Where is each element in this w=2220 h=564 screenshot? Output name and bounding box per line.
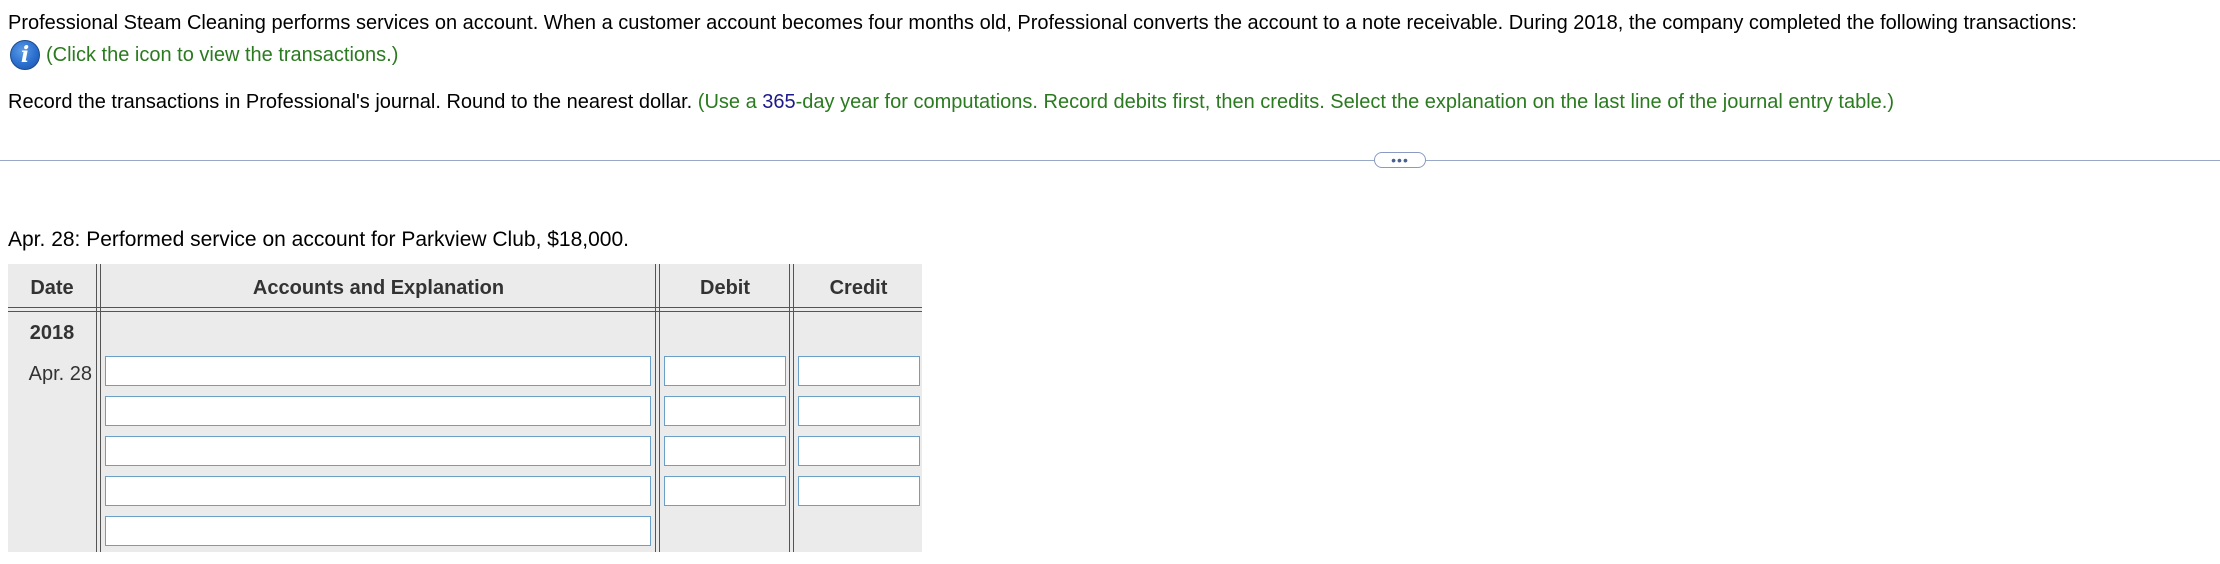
debit-input-row-4[interactable]: [664, 476, 786, 506]
account-input-row-4[interactable]: [105, 476, 651, 506]
entry-date: Apr. 28: [28, 363, 92, 385]
credit-input-row-2[interactable]: [798, 396, 920, 426]
accounts-column-header: Accounts and Explanation: [252, 276, 505, 299]
credit-column-header: Credit: [829, 276, 888, 299]
column-divider-accounts: [655, 264, 660, 552]
view-transactions-text[interactable]: (Click the icon to view the transactions…: [46, 44, 398, 67]
credit-input-row-1[interactable]: [798, 356, 920, 386]
debit-input-row-1[interactable]: [664, 356, 786, 386]
view-transactions-link[interactable]: i (Click the icon to view the transactio…: [10, 39, 398, 71]
hint-day-count: 365: [762, 91, 796, 113]
hint-prefix: (Use a: [697, 91, 763, 113]
account-input-row-1[interactable]: [105, 356, 651, 386]
date-column-header: Date: [30, 276, 74, 299]
instructions-main: Record the transactions in Professional'…: [8, 91, 693, 113]
account-input-row-3[interactable]: [105, 436, 651, 466]
debit-column-header: Debit: [700, 276, 750, 299]
expand-more-button[interactable]: •••: [1374, 152, 1426, 168]
journal-entry-table: Date Accounts and Explanation Debit Cred…: [8, 264, 922, 552]
debit-input-row-3[interactable]: [664, 436, 786, 466]
column-divider-date: [96, 264, 101, 552]
explanation-input[interactable]: [105, 516, 651, 546]
section-divider: [0, 160, 2220, 161]
instructions-hint: (Use a 365-day year for computations. Re…: [698, 91, 1894, 113]
header-divider: [8, 307, 922, 312]
entry-year: 2018: [29, 322, 75, 344]
account-input-row-2[interactable]: [105, 396, 651, 426]
transaction-description: Apr. 28: Performed service on account fo…: [8, 228, 629, 251]
credit-input-row-3[interactable]: [798, 436, 920, 466]
instructions: Record the transactions in Professional'…: [8, 89, 1894, 115]
hint-suffix: -day year for computations. Record debit…: [795, 91, 1894, 113]
info-icon[interactable]: i: [10, 40, 40, 70]
credit-input-row-4[interactable]: [798, 476, 920, 506]
problem-statement: Professional Steam Cleaning performs ser…: [8, 12, 2077, 34]
column-divider-debit: [789, 264, 794, 552]
debit-input-row-2[interactable]: [664, 396, 786, 426]
